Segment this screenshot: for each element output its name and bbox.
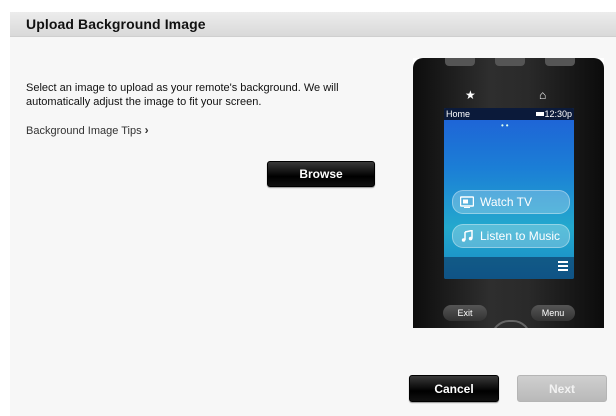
listen-to-music-label: Listen to Music	[480, 229, 561, 243]
screen-bottom-bar	[444, 257, 574, 279]
screen-item-listen-to-music: Listen to Music	[452, 224, 570, 248]
dialog-title: Upload Background Image	[26, 16, 206, 32]
tv-icon	[460, 196, 474, 208]
remote-preview: ★ ⌂ Home 12:30p •• Watch TV Listen to Mu…	[413, 58, 604, 328]
remote-exit-key: Exit	[443, 305, 487, 321]
top-strip	[0, 0, 616, 12]
chevron-right-icon: ›	[144, 123, 149, 137]
battery-icon	[536, 112, 544, 116]
background-image-tips-link[interactable]: Background Image Tips ›	[26, 123, 149, 137]
next-button[interactable]: Next	[517, 375, 607, 402]
star-icon: ★	[465, 88, 476, 102]
dialog-header: Upload Background Image	[10, 12, 616, 37]
home-icon: ⌂	[539, 88, 547, 102]
tips-label: Background Image Tips	[26, 125, 142, 137]
status-time: 12:30p	[544, 109, 572, 119]
status-home-label: Home	[446, 109, 471, 119]
remote-screen: Home 12:30p •• Watch TV Listen to Music	[444, 108, 574, 279]
browse-button[interactable]: Browse	[267, 161, 375, 187]
remote-menu-key: Menu	[531, 305, 575, 321]
remote-status-bar: Home 12:30p	[444, 108, 574, 120]
menu-icon	[558, 261, 568, 273]
upload-description: Select an image to upload as your remote…	[26, 82, 339, 108]
watch-tv-label: Watch TV	[480, 195, 533, 209]
remote-top-buttons	[445, 58, 575, 68]
remote-dpad	[491, 320, 531, 328]
cancel-button[interactable]: Cancel	[409, 375, 499, 402]
music-icon	[460, 230, 474, 242]
remote-body: ★ ⌂ Home 12:30p •• Watch TV Listen to Mu…	[413, 58, 604, 328]
page-dots: ••	[501, 121, 511, 130]
screen-item-watch-tv: Watch TV	[452, 190, 570, 214]
